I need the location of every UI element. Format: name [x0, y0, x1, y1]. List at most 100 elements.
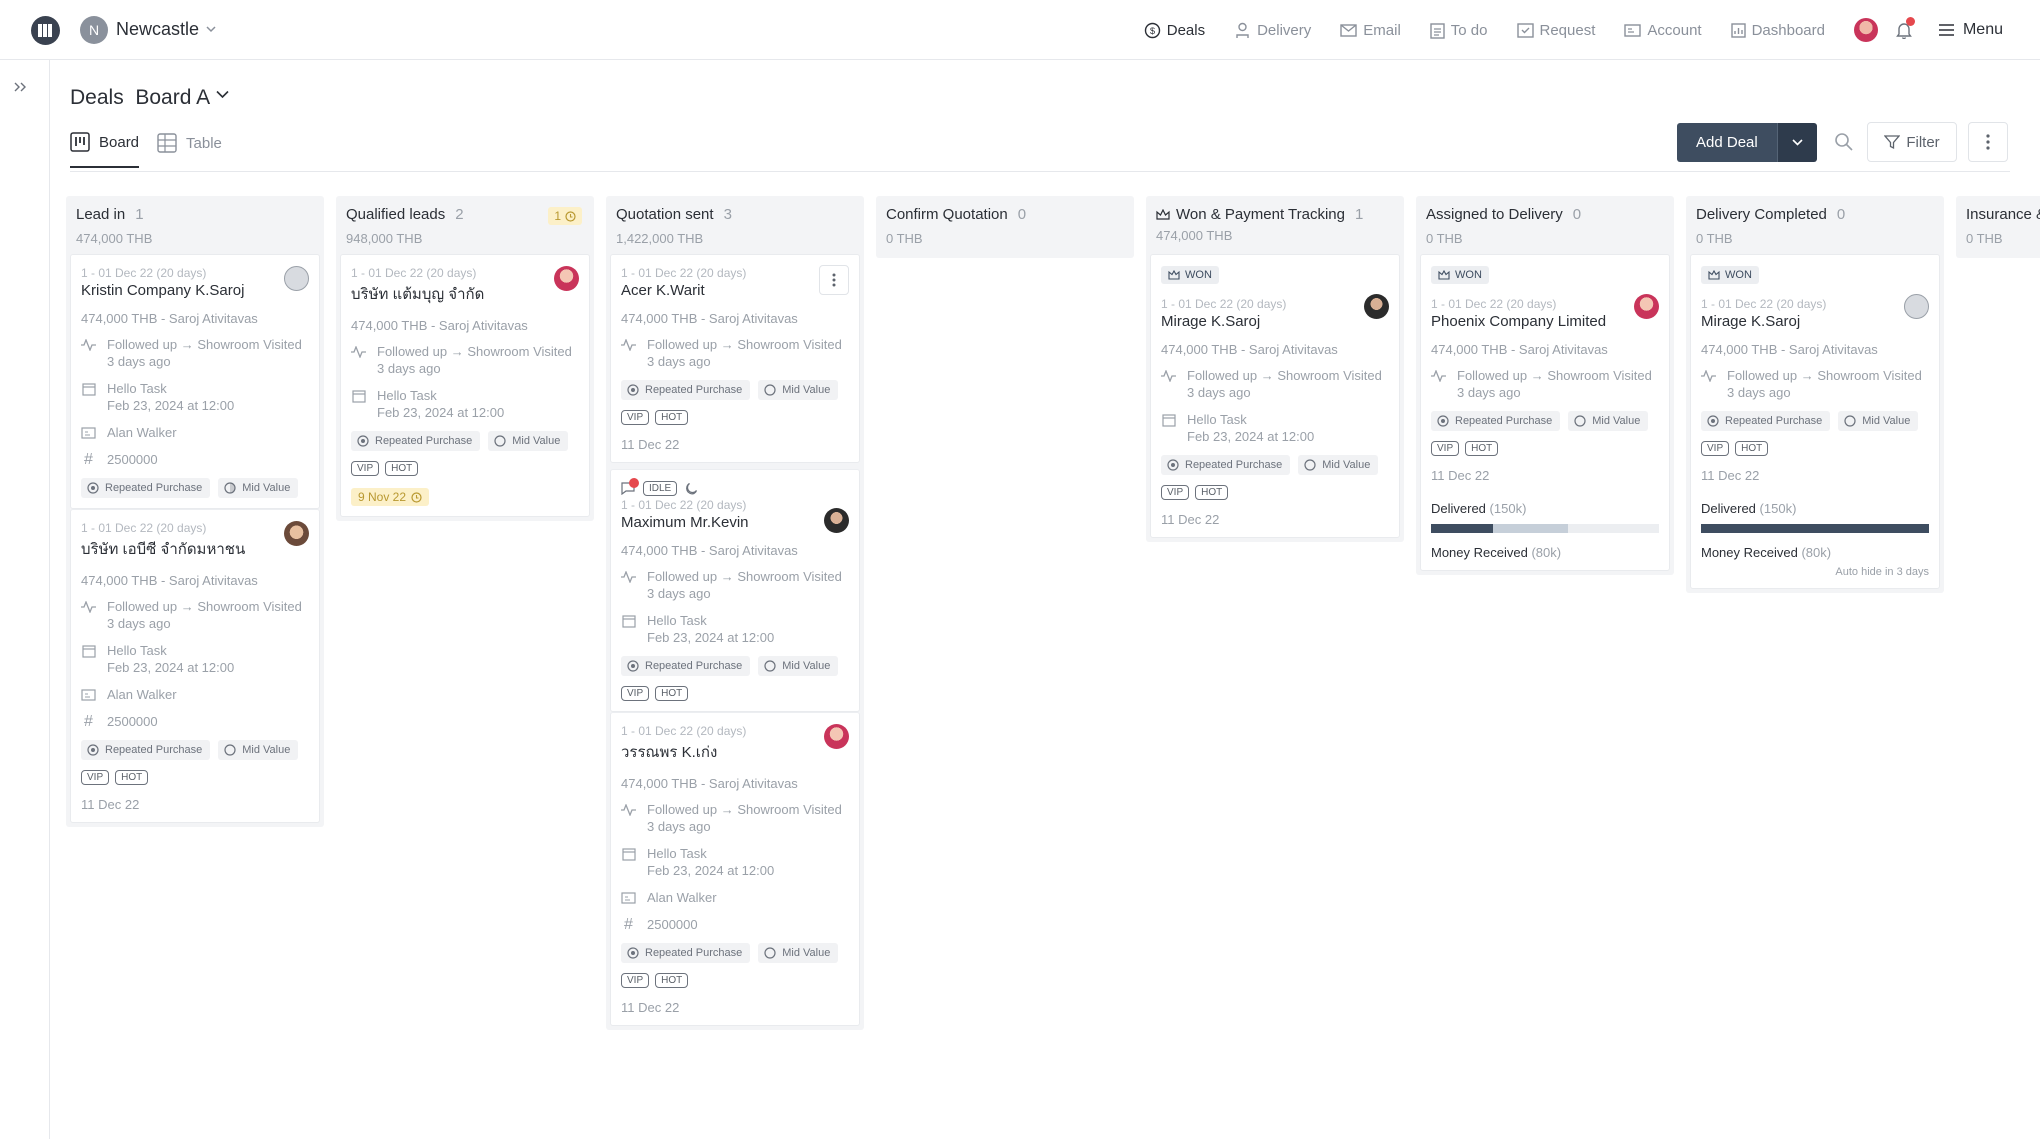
tag-label: Repeated Purchase — [1725, 415, 1823, 427]
vip-badge: VIP — [621, 973, 650, 988]
deal-card[interactable]: WON 1 - 01 Dec 22 (20 days) Mirage K.Sar… — [1690, 254, 1940, 589]
owner-avatar — [824, 724, 849, 749]
tag-label: Mid Value — [242, 482, 291, 494]
deal-name: วรรณพร K.เก่ง — [621, 744, 718, 761]
task-row: Hello Task Feb 23, 2024 at 12:00 — [621, 612, 849, 646]
nav-delivery[interactable]: Delivery — [1234, 22, 1311, 39]
card-menu-button[interactable] — [819, 265, 849, 295]
tab-table[interactable]: Table — [157, 132, 222, 168]
overdue-badge[interactable]: 1 — [548, 207, 582, 225]
tag[interactable]: Repeated Purchase — [1431, 411, 1561, 431]
task-date: Feb 23, 2024 at 12:00 — [377, 405, 505, 420]
activity-row: Followed up → Showroom Visited 3 days ago — [1701, 367, 1929, 401]
tag-list: Repeated Purchase Mid Value — [1161, 455, 1389, 475]
deal-card[interactable]: 1 - 01 Dec 22 (20 days) วรรณพร K.เก่ง 47… — [610, 712, 860, 1026]
column-total: 948,000 THB — [346, 231, 423, 246]
nav-email[interactable]: Email — [1340, 22, 1401, 39]
tag[interactable]: Mid Value — [1568, 411, 1649, 431]
tag-label: Mid Value — [782, 384, 831, 396]
tag[interactable]: Mid Value — [218, 478, 299, 498]
contact-row: Alan Walker — [81, 686, 309, 703]
kebab-icon — [832, 273, 836, 287]
deal-amount-owner: 474,000 THB - Saroj Ativitavas — [621, 776, 798, 791]
tag-list: Repeated Purchase Mid Value — [81, 740, 309, 760]
add-deal-dropdown[interactable] — [1776, 123, 1817, 162]
deal-card[interactable]: WON 1 - 01 Dec 22 (20 days) Mirage K.Sar… — [1150, 254, 1400, 538]
notification-bell-icon[interactable] — [1896, 17, 1915, 39]
search-icon[interactable] — [1834, 132, 1854, 152]
tag[interactable]: Repeated Purchase — [81, 740, 211, 760]
deal-card[interactable]: 1 - 01 Dec 22 (20 days) บริษัท แต้มบุญ จ… — [340, 254, 590, 517]
nav-account[interactable]: Account — [1624, 22, 1702, 39]
nav-deals[interactable]: $ Deals — [1144, 22, 1205, 39]
contact-card-icon — [621, 889, 636, 906]
vip-badge: VIP — [351, 461, 380, 476]
activity-text: Followed up → Showroom Visited — [107, 599, 302, 614]
column-title: Lead in — [76, 206, 126, 223]
menu-button[interactable]: Menu — [1938, 21, 2003, 39]
column-header: Quotation sent 3 1,422,000 THB — [610, 200, 860, 254]
tag[interactable]: Repeated Purchase — [351, 431, 481, 451]
chevron-down-icon[interactable] — [216, 90, 229, 99]
column-title: Qualified leads — [346, 206, 446, 223]
column-total: 0 THB — [1966, 231, 2003, 246]
tag[interactable]: Mid Value — [1298, 455, 1379, 475]
expand-sidebar-icon[interactable] — [14, 82, 27, 92]
tag-list: Repeated Purchase Mid Value — [621, 656, 849, 676]
activity-time: 3 days ago — [647, 819, 711, 834]
deal-card[interactable]: 1 - 01 Dec 22 (20 days) Kristin Company … — [70, 254, 320, 509]
nav-label: To do — [1450, 21, 1488, 39]
chevron-down-icon[interactable] — [206, 26, 216, 33]
nav-request[interactable]: Request — [1516, 22, 1595, 39]
column-title: Insurance & — [1966, 206, 2040, 223]
repeat-icon — [87, 744, 99, 756]
deal-card[interactable]: 1 - 01 Dec 22 (20 days) บริษัท เอบีซี จำ… — [70, 509, 320, 823]
tag[interactable]: Repeated Purchase — [621, 943, 751, 963]
tag[interactable]: Mid Value — [1838, 411, 1919, 431]
close-date: 11 Dec 22 — [1161, 512, 1220, 527]
tag[interactable]: Repeated Purchase — [621, 380, 751, 400]
nav-dashboard[interactable]: Dashboard — [1730, 22, 1825, 39]
filter-button[interactable]: Filter — [1867, 122, 1957, 162]
activity-time: 3 days ago — [107, 354, 171, 369]
nav-todo[interactable]: To do — [1430, 22, 1488, 39]
column-count: 3 — [723, 206, 732, 223]
won-badge: WON — [1161, 266, 1219, 284]
tag-label: Mid Value — [512, 435, 561, 447]
value-icon — [1844, 415, 1856, 427]
won-label: WON — [1455, 269, 1482, 281]
repeat-icon — [1167, 459, 1179, 471]
workspace-avatar[interactable]: N — [80, 16, 108, 44]
activity-row: Followed up → Showroom Visited 3 days ago — [621, 568, 849, 602]
tag[interactable]: Mid Value — [218, 740, 299, 760]
tag[interactable]: Mid Value — [488, 431, 569, 451]
tag[interactable]: Repeated Purchase — [621, 656, 751, 676]
tag[interactable]: Mid Value — [758, 943, 839, 963]
tab-board[interactable]: Board — [70, 132, 140, 168]
deal-card[interactable]: WON 1 - 01 Dec 22 (20 days) Phoenix Comp… — [1420, 254, 1670, 571]
chat-icon[interactable] — [621, 478, 639, 495]
column-count: 0 — [1017, 206, 1027, 223]
tag[interactable]: Repeated Purchase — [1701, 411, 1831, 431]
tab-label: Board — [99, 133, 140, 151]
deal-card[interactable]: IDLE 1 - 01 Dec 22 (20 days) Maximum Mr.… — [610, 469, 860, 712]
app-logo[interactable] — [31, 16, 60, 45]
tag[interactable]: Repeated Purchase — [1161, 455, 1291, 475]
add-deal-button[interactable]: Add Deal — [1677, 123, 1777, 162]
contact-row: Alan Walker — [621, 889, 849, 906]
deal-card[interactable]: 1 - 01 Dec 22 (20 days) Acer K.Warit 474… — [610, 254, 860, 463]
more-options-button[interactable] — [1968, 122, 2008, 162]
pill-list: VIP HOT — [1701, 441, 1929, 456]
tag[interactable]: Mid Value — [758, 656, 839, 676]
repeat-icon — [87, 482, 99, 494]
task-date: Feb 23, 2024 at 12:00 — [1187, 429, 1315, 444]
user-avatar[interactable] — [1853, 18, 1878, 42]
tag[interactable]: Repeated Purchase — [81, 478, 211, 498]
activity-text: Followed up → Showroom Visited — [377, 344, 572, 359]
tag-label: Mid Value — [1322, 459, 1371, 471]
value-icon — [1304, 459, 1316, 471]
pill-list: VIP HOT — [621, 410, 849, 425]
tag[interactable]: Mid Value — [758, 380, 839, 400]
close-date: 11 Dec 22 — [621, 437, 680, 452]
workspace-name[interactable]: Newcastle — [116, 19, 199, 40]
